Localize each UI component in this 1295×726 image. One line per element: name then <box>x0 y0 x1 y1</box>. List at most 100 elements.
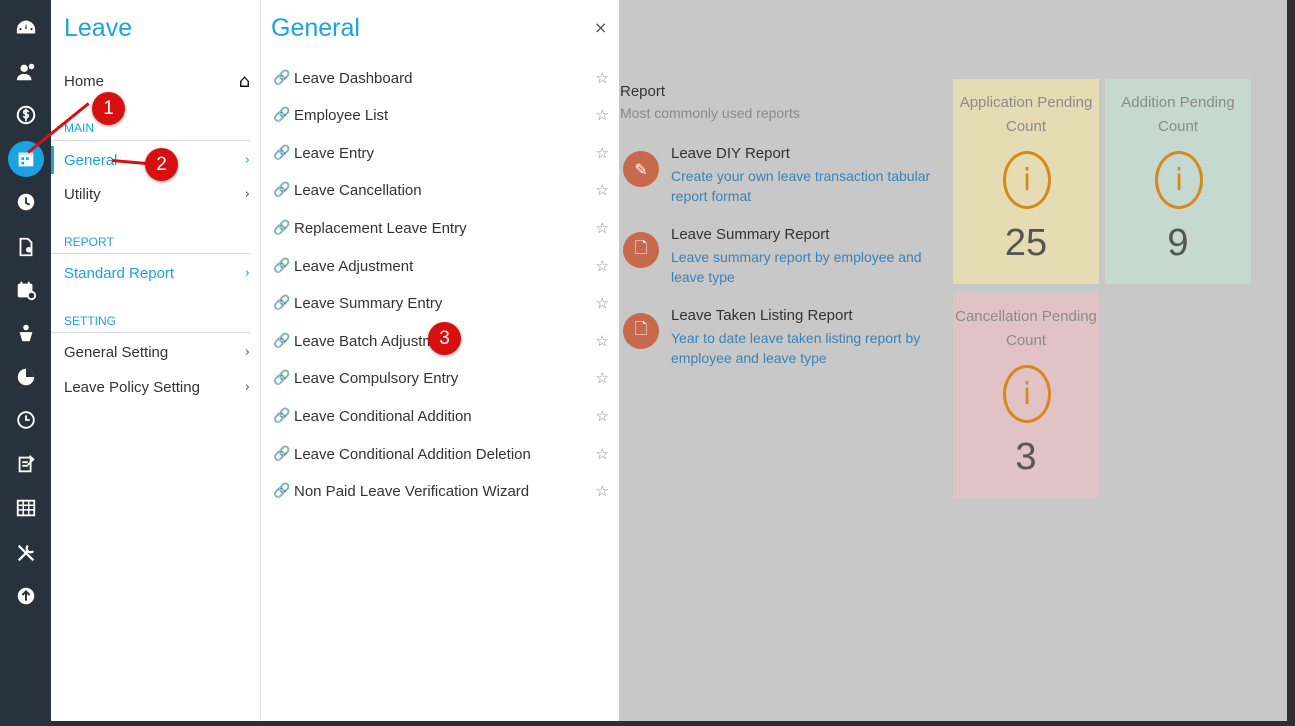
card-label: Addition Pending Count <box>1121 94 1235 135</box>
window-edge <box>1287 0 1295 726</box>
report-desc: Create your own leave transaction tabula… <box>671 168 931 204</box>
dashboard-icon[interactable] <box>11 13 41 43</box>
submenu-item-label: Leave Entry <box>294 144 375 162</box>
nav-item-home[interactable]: Home ⌂ <box>64 70 250 92</box>
pencil-icon: ✎ <box>623 151 659 187</box>
nav-item-utility[interactable]: Utility › <box>64 182 250 206</box>
users-icon[interactable] <box>11 57 41 87</box>
star-icon[interactable]: ☆ <box>596 407 609 425</box>
annotation-marker-2: 2 <box>145 148 178 181</box>
addition-pending-card[interactable]: Addition Pending Count i 9 <box>1105 79 1251 284</box>
document-icon[interactable] <box>11 232 41 262</box>
star-icon[interactable]: ☆ <box>596 106 609 124</box>
report-name[interactable]: Leave DIY Report <box>671 145 790 162</box>
file-icon: 🗋 <box>623 232 659 268</box>
divider <box>51 332 251 333</box>
clock-icon[interactable] <box>11 187 41 217</box>
nav-item-label: General Setting <box>64 343 169 361</box>
link-icon: 🔗 <box>273 220 291 236</box>
general-submenu: General × 🔗 Leave Dashboard ☆ 🔗 Employee Lis… <box>261 0 619 721</box>
submenu-item[interactable]: 🔗 Leave Compulsory Entry ☆ <box>273 366 609 390</box>
card-label: Application Pending Count <box>959 94 1093 135</box>
submenu-item[interactable]: 🔗 Leave Cancellation ☆ <box>273 178 609 202</box>
report-name[interactable]: Leave Summary Report <box>671 226 829 243</box>
cancellation-pending-card[interactable]: Cancellation Pending Count i 3 <box>953 293 1099 498</box>
link-icon: 🔗 <box>273 295 291 311</box>
nav-item-label: Utility <box>64 185 101 203</box>
chevron-right-icon: › <box>244 265 250 281</box>
submenu-item-label: Replacement Leave Entry <box>294 219 467 237</box>
star-icon[interactable]: ☆ <box>596 219 609 237</box>
nav-item-label: Standard Report <box>64 264 175 282</box>
nav-item-label: General <box>64 151 118 169</box>
submenu-item-label: Leave Summary Entry <box>294 294 443 312</box>
submenu-item[interactable]: 🔗 Non Paid Leave Verification Wizard ☆ <box>273 479 609 503</box>
star-icon[interactable]: ☆ <box>596 369 609 387</box>
divider <box>51 253 251 254</box>
star-icon[interactable]: ☆ <box>596 482 609 500</box>
submenu-item[interactable]: 🔗 Leave Conditional Addition Deletion ☆ <box>273 442 609 466</box>
star-icon[interactable]: ☆ <box>596 294 609 312</box>
section-setting: SETTING <box>64 314 117 328</box>
card-value: 9 <box>1167 222 1189 264</box>
nav-item-general-setting[interactable]: General Setting › <box>64 340 250 364</box>
report-name[interactable]: Leave Taken Listing Report <box>671 307 853 324</box>
nav-item-label: Leave Policy Setting <box>64 378 200 396</box>
star-icon[interactable]: ☆ <box>596 144 609 162</box>
nav-item-standard-report[interactable]: Standard Report › <box>64 261 250 285</box>
submenu-title: General <box>271 14 360 42</box>
window-edge <box>51 721 1295 726</box>
submenu-item[interactable]: 🔗 Replacement Leave Entry ☆ <box>273 216 609 240</box>
nav-item-leave-policy-setting[interactable]: Leave Policy Setting › <box>64 375 250 399</box>
info-icon: i <box>1155 151 1203 209</box>
submenu-item-label: Leave Conditional Addition <box>294 407 472 425</box>
submenu-item-label: Employee List <box>294 106 389 124</box>
submenu-item[interactable]: 🔗 Leave Entry ☆ <box>273 141 609 165</box>
close-icon[interactable]: × <box>594 18 607 37</box>
submenu-item[interactable]: 🔗 Leave Conditional Addition ☆ <box>273 404 609 428</box>
info-icon: i <box>1003 365 1051 423</box>
link-icon: 🔗 <box>273 258 291 274</box>
chevron-right-icon: › <box>244 152 250 168</box>
chevron-right-icon: › <box>244 186 250 202</box>
star-icon[interactable]: ☆ <box>596 332 609 350</box>
link-icon: 🔗 <box>273 182 291 198</box>
star-icon[interactable]: ☆ <box>596 445 609 463</box>
link-icon: 🔗 <box>273 370 291 386</box>
submenu-item-label: Non Paid Leave Verification Wizard <box>294 482 530 500</box>
section-main: MAIN <box>64 121 94 135</box>
star-icon[interactable]: ☆ <box>596 181 609 199</box>
submenu-item[interactable]: 🔗 Leave Adjustment ☆ <box>273 254 609 278</box>
nav-item-label: Home <box>64 72 105 90</box>
application-pending-card[interactable]: Application Pending Count i 25 <box>953 79 1099 284</box>
submenu-item-label: Leave Cancellation <box>294 181 422 199</box>
submenu-item[interactable]: 🔗 Leave Summary Entry ☆ <box>273 291 609 315</box>
chevron-right-icon: › <box>244 379 250 395</box>
calendar-icon[interactable] <box>11 275 41 305</box>
medical-icon[interactable] <box>11 318 41 348</box>
payroll-icon[interactable] <box>11 100 41 130</box>
card-value: 25 <box>1004 222 1048 264</box>
icon-rail <box>0 0 51 726</box>
submenu-item[interactable]: 🔗 Employee List ☆ <box>273 103 609 127</box>
star-icon[interactable]: ☆ <box>596 69 609 87</box>
report-title: Report <box>620 83 666 100</box>
link-icon: 🔗 <box>273 483 291 499</box>
nav-title: Leave <box>64 14 133 42</box>
timer-icon[interactable] <box>11 405 41 435</box>
info-icon: i <box>1003 151 1051 209</box>
submenu-item-label: Leave Adjustment <box>294 257 414 275</box>
chevron-right-icon: › <box>244 344 250 360</box>
file-icon: 🗋 <box>623 313 659 349</box>
table-icon[interactable] <box>11 493 41 523</box>
link-icon: 🔗 <box>273 145 291 161</box>
star-icon[interactable]: ☆ <box>596 257 609 275</box>
chart-icon[interactable] <box>11 362 41 392</box>
link-icon: 🔗 <box>273 70 291 86</box>
upload-icon[interactable] <box>11 581 41 611</box>
tools-icon[interactable] <box>11 538 41 568</box>
submenu-item[interactable]: 🔗 Leave Dashboard ☆ <box>273 66 609 90</box>
submenu-item-label: Leave Compulsory Entry <box>294 369 459 387</box>
form-icon[interactable] <box>11 449 41 479</box>
leave-icon[interactable] <box>8 141 44 177</box>
